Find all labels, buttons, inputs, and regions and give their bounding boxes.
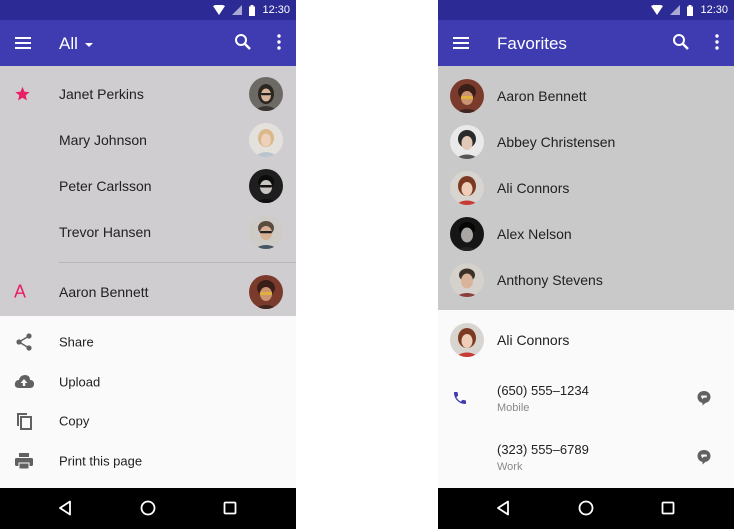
star-icon (15, 86, 30, 101)
filter-dropdown[interactable]: All (59, 34, 93, 54)
list-item[interactable]: Abbey Christensen (438, 119, 734, 165)
message-icon[interactable] (696, 449, 712, 465)
status-time: 12:30 (700, 4, 728, 16)
phone-entry[interactable]: (323) 555–6789 Work (438, 433, 734, 481)
print-label: Print this page (59, 453, 143, 469)
print-action[interactable]: Print this page (0, 441, 296, 481)
list-item[interactable]: Peter Carlsson (0, 163, 296, 209)
home-icon[interactable] (578, 500, 594, 516)
contact-name: Aaron Bennett (497, 88, 587, 104)
recents-icon[interactable] (223, 501, 237, 515)
bottom-sheet: Share Upload Copy Print this page (0, 316, 296, 488)
copy-label: Copy (59, 413, 90, 429)
contact-name: Alex Nelson (497, 226, 572, 242)
search-icon[interactable] (234, 33, 252, 51)
list-item[interactable]: A Aaron Bennett (0, 269, 296, 315)
app-bar-title: Favorites (497, 34, 567, 53)
contact-name: Mary Johnson (59, 132, 147, 148)
list-item[interactable]: Alex Nelson (438, 211, 734, 257)
wifi-icon (213, 5, 226, 15)
contact-name: Trevor Hansen (59, 224, 152, 240)
list-item[interactable]: Aaron Bennett (438, 73, 734, 119)
list-item[interactable]: Ali Connors (438, 165, 734, 211)
avatar (450, 79, 484, 113)
contact-name: Abbey Christensen (497, 134, 616, 150)
contact-header[interactable]: Ali Connors (438, 317, 734, 363)
left-phone-screen: 12:30 All Janet Perkins Mary Johnson Pet… (0, 0, 296, 529)
system-nav-bar (0, 488, 296, 529)
contact-name: Ali Connors (497, 332, 570, 348)
contact-name: Aaron Bennett (59, 284, 149, 300)
upload-icon (14, 375, 34, 388)
back-icon[interactable] (58, 500, 72, 516)
recents-icon[interactable] (661, 501, 675, 515)
battery-icon (249, 4, 256, 16)
more-vert-icon[interactable] (714, 33, 720, 51)
app-bar: Favorites (438, 20, 734, 66)
share-icon (16, 333, 32, 351)
caret-down-icon (84, 43, 93, 47)
contact-name: Ali Connors (497, 180, 570, 196)
search-icon[interactable] (672, 33, 690, 51)
phone-type: Work (497, 461, 523, 473)
avatar (249, 77, 283, 111)
phone-number: (323) 555–6789 (497, 442, 589, 457)
share-label: Share (59, 334, 94, 350)
avatar (249, 169, 283, 203)
share-action[interactable]: Share (0, 322, 296, 362)
phone-entry[interactable]: (650) 555–1234 Mobile (438, 374, 734, 422)
contact-name: Janet Perkins (59, 86, 144, 102)
upload-label: Upload (59, 374, 101, 390)
back-icon[interactable] (496, 500, 510, 516)
avatar (249, 123, 283, 157)
status-time: 12:30 (262, 4, 290, 16)
list-item[interactable]: Mary Johnson (0, 117, 296, 163)
avatar (450, 323, 484, 357)
phone-number: (650) 555–1234 (497, 383, 589, 398)
section-letter: A (14, 281, 27, 302)
avatar (450, 171, 484, 205)
avatar (450, 263, 484, 297)
home-icon[interactable] (140, 500, 156, 516)
right-phone-screen: 12:30 Favorites Aaron Bennett Abbey Chri… (438, 0, 734, 529)
contact-detail: Ali Connors (650) 555–1234 Mobile (323) … (438, 310, 734, 488)
contact-list: Janet Perkins Mary Johnson Peter Carlsso… (0, 66, 296, 316)
avatar (450, 217, 484, 251)
signal-icon (670, 5, 681, 15)
upload-action[interactable]: Upload (0, 362, 296, 402)
app-bar-title: All (59, 34, 78, 53)
favorites-list: Aaron Bennett Abbey Christensen Ali Conn… (438, 66, 734, 310)
contact-name: Peter Carlsson (59, 178, 152, 194)
print-icon (15, 453, 33, 470)
menu-icon[interactable] (452, 34, 470, 52)
avatar (249, 215, 283, 249)
more-vert-icon[interactable] (276, 33, 282, 51)
copy-action[interactable]: Copy (0, 401, 296, 441)
list-item[interactable]: Trevor Hansen (0, 209, 296, 255)
message-icon[interactable] (696, 390, 712, 406)
section-divider (59, 262, 296, 263)
avatar (450, 125, 484, 159)
signal-icon (232, 5, 243, 15)
phone-type: Mobile (497, 402, 530, 414)
phone-icon (454, 392, 466, 404)
status-bar: 12:30 (438, 0, 734, 20)
contact-name: Anthony Stevens (497, 272, 603, 288)
status-bar: 12:30 (0, 0, 296, 20)
avatar (249, 275, 283, 309)
menu-icon[interactable] (14, 34, 32, 52)
list-item[interactable]: Anthony Stevens (438, 257, 734, 303)
app-bar: All (0, 20, 296, 66)
battery-icon (687, 4, 694, 16)
system-nav-bar (438, 488, 734, 529)
wifi-icon (651, 5, 664, 15)
copy-icon (17, 413, 32, 430)
list-item[interactable]: Janet Perkins (0, 71, 296, 117)
